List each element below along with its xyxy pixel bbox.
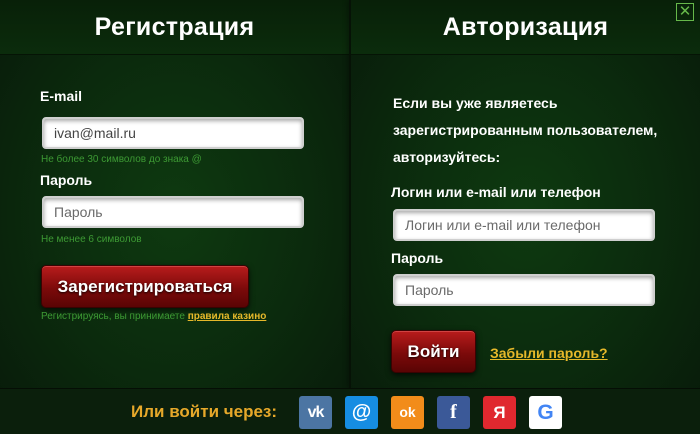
registration-panel: Регистрация E-mail Не более 30 символов … [0, 0, 349, 388]
registration-title: Регистрация [94, 13, 255, 41]
vk-icon[interactable]: vk [299, 396, 332, 429]
login-field[interactable] [393, 209, 655, 241]
google-icon[interactable]: G [529, 396, 562, 429]
close-icon[interactable]: ✕ [676, 3, 694, 21]
mail-icon[interactable]: @ [345, 396, 378, 429]
login-intro: Если вы уже являетесь зарегистрированным… [393, 95, 658, 165]
register-password-label: Пароль [40, 172, 93, 188]
odnoklassniki-icon[interactable]: ok [391, 396, 424, 429]
password-hint: Не менее 6 символов [41, 234, 142, 245]
login-button[interactable]: Войти [391, 330, 476, 373]
email-label: E-mail [40, 88, 83, 104]
email-field[interactable] [42, 117, 304, 149]
terms-link[interactable]: правила казино [188, 311, 267, 322]
register-button[interactable]: Зарегистрироваться [41, 265, 249, 308]
register-password-field[interactable] [42, 196, 304, 228]
email-hint: Не более 30 символов до знака @ [41, 154, 202, 165]
login-header: Авторизация [351, 0, 700, 55]
login-password-label: Пароль [391, 250, 444, 266]
terms-prefix: Регистрируясь, вы принимаете [41, 311, 185, 322]
facebook-icon[interactable]: f [437, 396, 470, 429]
registration-header: Регистрация [0, 0, 349, 55]
forgot-password-link[interactable]: Забыли пароль? [490, 345, 608, 361]
terms-note: Регистрируясь, вы принимаете правила каз… [41, 311, 266, 322]
yandex-icon[interactable]: Я [483, 396, 516, 429]
login-panel: Авторизация Если вы уже являетесь зареги… [351, 0, 700, 388]
login-label: Логин или e-mail или телефон [391, 184, 601, 200]
login-title: Авторизация [442, 13, 609, 41]
social-login-label: Или войти через: [131, 402, 278, 421]
social-login-bar: Или войти через: vk @ ok f Я G [0, 388, 700, 434]
login-password-field[interactable] [393, 274, 655, 306]
